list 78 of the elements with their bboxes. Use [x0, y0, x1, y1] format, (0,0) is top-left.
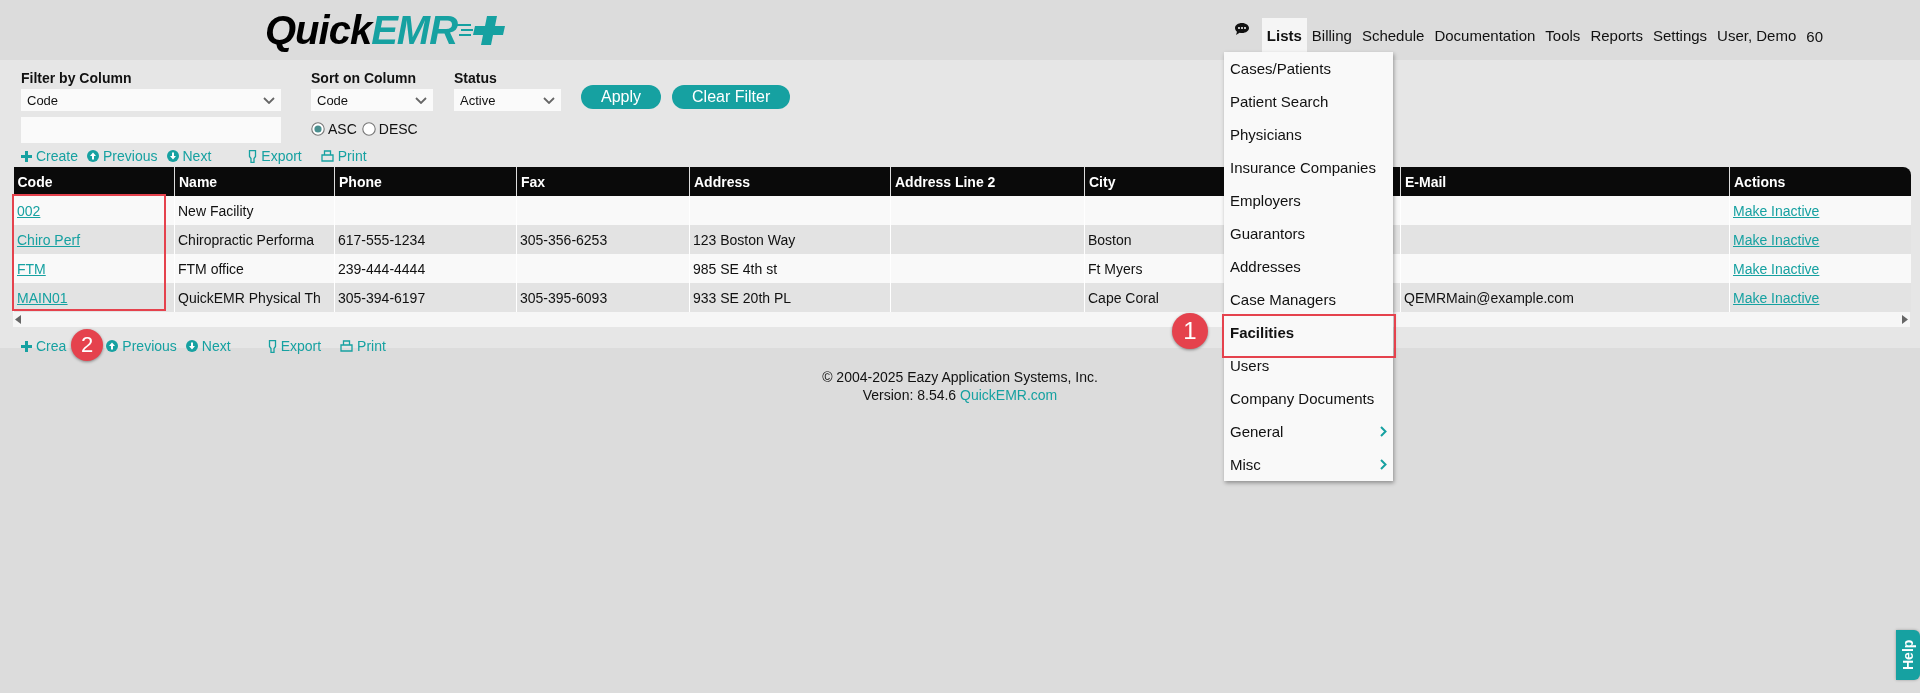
copyright-text: © 2004-2025 Eazy Application Systems, Inc. [822, 368, 1098, 386]
table-cell: New Facility [178, 202, 254, 219]
menu-item[interactable]: Case Managers [1224, 283, 1393, 316]
nav-menu-item[interactable]: Billing [1306, 18, 1357, 52]
menu-item[interactable]: Insurance Companies [1224, 151, 1393, 184]
chat-icon [1233, 22, 1250, 36]
chevron-right-icon [1380, 426, 1387, 437]
nav-menu-item[interactable]: Reports [1585, 18, 1648, 52]
menu-item[interactable]: Patient Search [1224, 85, 1393, 118]
table-cell: Ft Myers [1088, 260, 1143, 277]
table-cell: QuickEMR Physical Th [178, 289, 321, 306]
nav-menu-item[interactable]: Lists [1261, 18, 1307, 52]
chevron-right-icon [1380, 459, 1387, 470]
menu-item[interactable]: Guarantors [1224, 217, 1393, 250]
table-cell: Boston [1088, 231, 1132, 248]
menu-item[interactable]: Misc [1224, 448, 1393, 481]
plus-icon [21, 150, 32, 162]
table-cell: 617-555-1234 [338, 231, 426, 248]
column-header: Code [17, 173, 53, 190]
down-arrow-icon [185, 340, 198, 352]
field-label: Filter by Column [21, 70, 133, 88]
column-header: City [1089, 173, 1116, 190]
column-header: E-Mail [1405, 173, 1447, 190]
scroll-left-icon [15, 315, 21, 324]
table-cell: 305-395-6093 [520, 289, 608, 306]
logo-text: Quick [265, 7, 372, 53]
menu-item[interactable]: Employers [1224, 184, 1393, 217]
radio-button[interactable]: DESC [361, 121, 418, 137]
table-cell: 985 SE 4th st [693, 260, 778, 277]
column-header: Fax [521, 173, 546, 190]
dropdown[interactable]: Code [311, 89, 433, 111]
field-label: Status [454, 70, 498, 88]
nav-menu-item[interactable]: User, Demo [1712, 18, 1802, 52]
nav-menu-item[interactable]: Schedule [1356, 18, 1430, 52]
menu-item[interactable]: Addresses [1224, 250, 1393, 283]
menu-item[interactable]: Physicians [1224, 118, 1393, 151]
scroll-right-icon [1902, 315, 1908, 324]
column-header: Address [694, 173, 751, 190]
table-cell: 305-394-6197 [338, 289, 426, 306]
dropdown[interactable]: Code [21, 89, 281, 111]
up-arrow-icon [87, 150, 100, 162]
dropdown[interactable]: Active [454, 89, 561, 111]
column-header: Address Line 2 [895, 173, 996, 190]
table-cell: 123 Boston Way [693, 231, 796, 248]
table-cell: QEMRMain@example.com [1404, 289, 1574, 306]
nav-menu-item[interactable]: Tools [1540, 18, 1586, 52]
plug-icon [267, 339, 277, 353]
counter: 60 [1805, 27, 1824, 47]
menu-item[interactable]: Company Documents [1224, 382, 1393, 415]
callout-badge: 2 [71, 329, 103, 361]
nav-menu-item[interactable]: Documentation [1429, 18, 1541, 52]
printer-icon [340, 340, 354, 352]
column-header: Actions [1734, 173, 1786, 190]
logo-text: EMR [371, 7, 458, 53]
menu-item[interactable]: General [1224, 415, 1393, 448]
up-arrow-icon [106, 340, 119, 352]
table-cell: 933 SE 20th PL [693, 289, 792, 306]
down-arrow-icon [166, 150, 179, 162]
field-label: Sort on Column [311, 70, 417, 88]
menu-item[interactable]: Facilities [1224, 316, 1393, 349]
table-cell: FTM office [178, 260, 244, 277]
table-cell: Cape Coral [1088, 289, 1159, 306]
menu-item[interactable]: Cases/Patients [1224, 52, 1393, 85]
table-cell: 239-444-4444 [338, 260, 426, 277]
menu-item[interactable]: Users [1224, 349, 1393, 382]
nav-menu-item[interactable]: Settings [1647, 18, 1713, 52]
column-header: Name [179, 173, 218, 190]
radio-button[interactable]: ASC [311, 121, 357, 137]
chevron-down-icon [543, 96, 555, 104]
table-cell: Chiropractic Performa [178, 231, 315, 248]
chevron-down-icon [415, 96, 427, 104]
column-header: Phone [339, 173, 382, 190]
chevron-down-icon [263, 96, 275, 104]
plus-icon [21, 340, 32, 352]
printer-icon [320, 150, 334, 162]
version-text: Version: 8.54.6 [862, 387, 958, 403]
plug-icon [248, 149, 258, 163]
table-cell: 305-356-6253 [520, 231, 608, 248]
